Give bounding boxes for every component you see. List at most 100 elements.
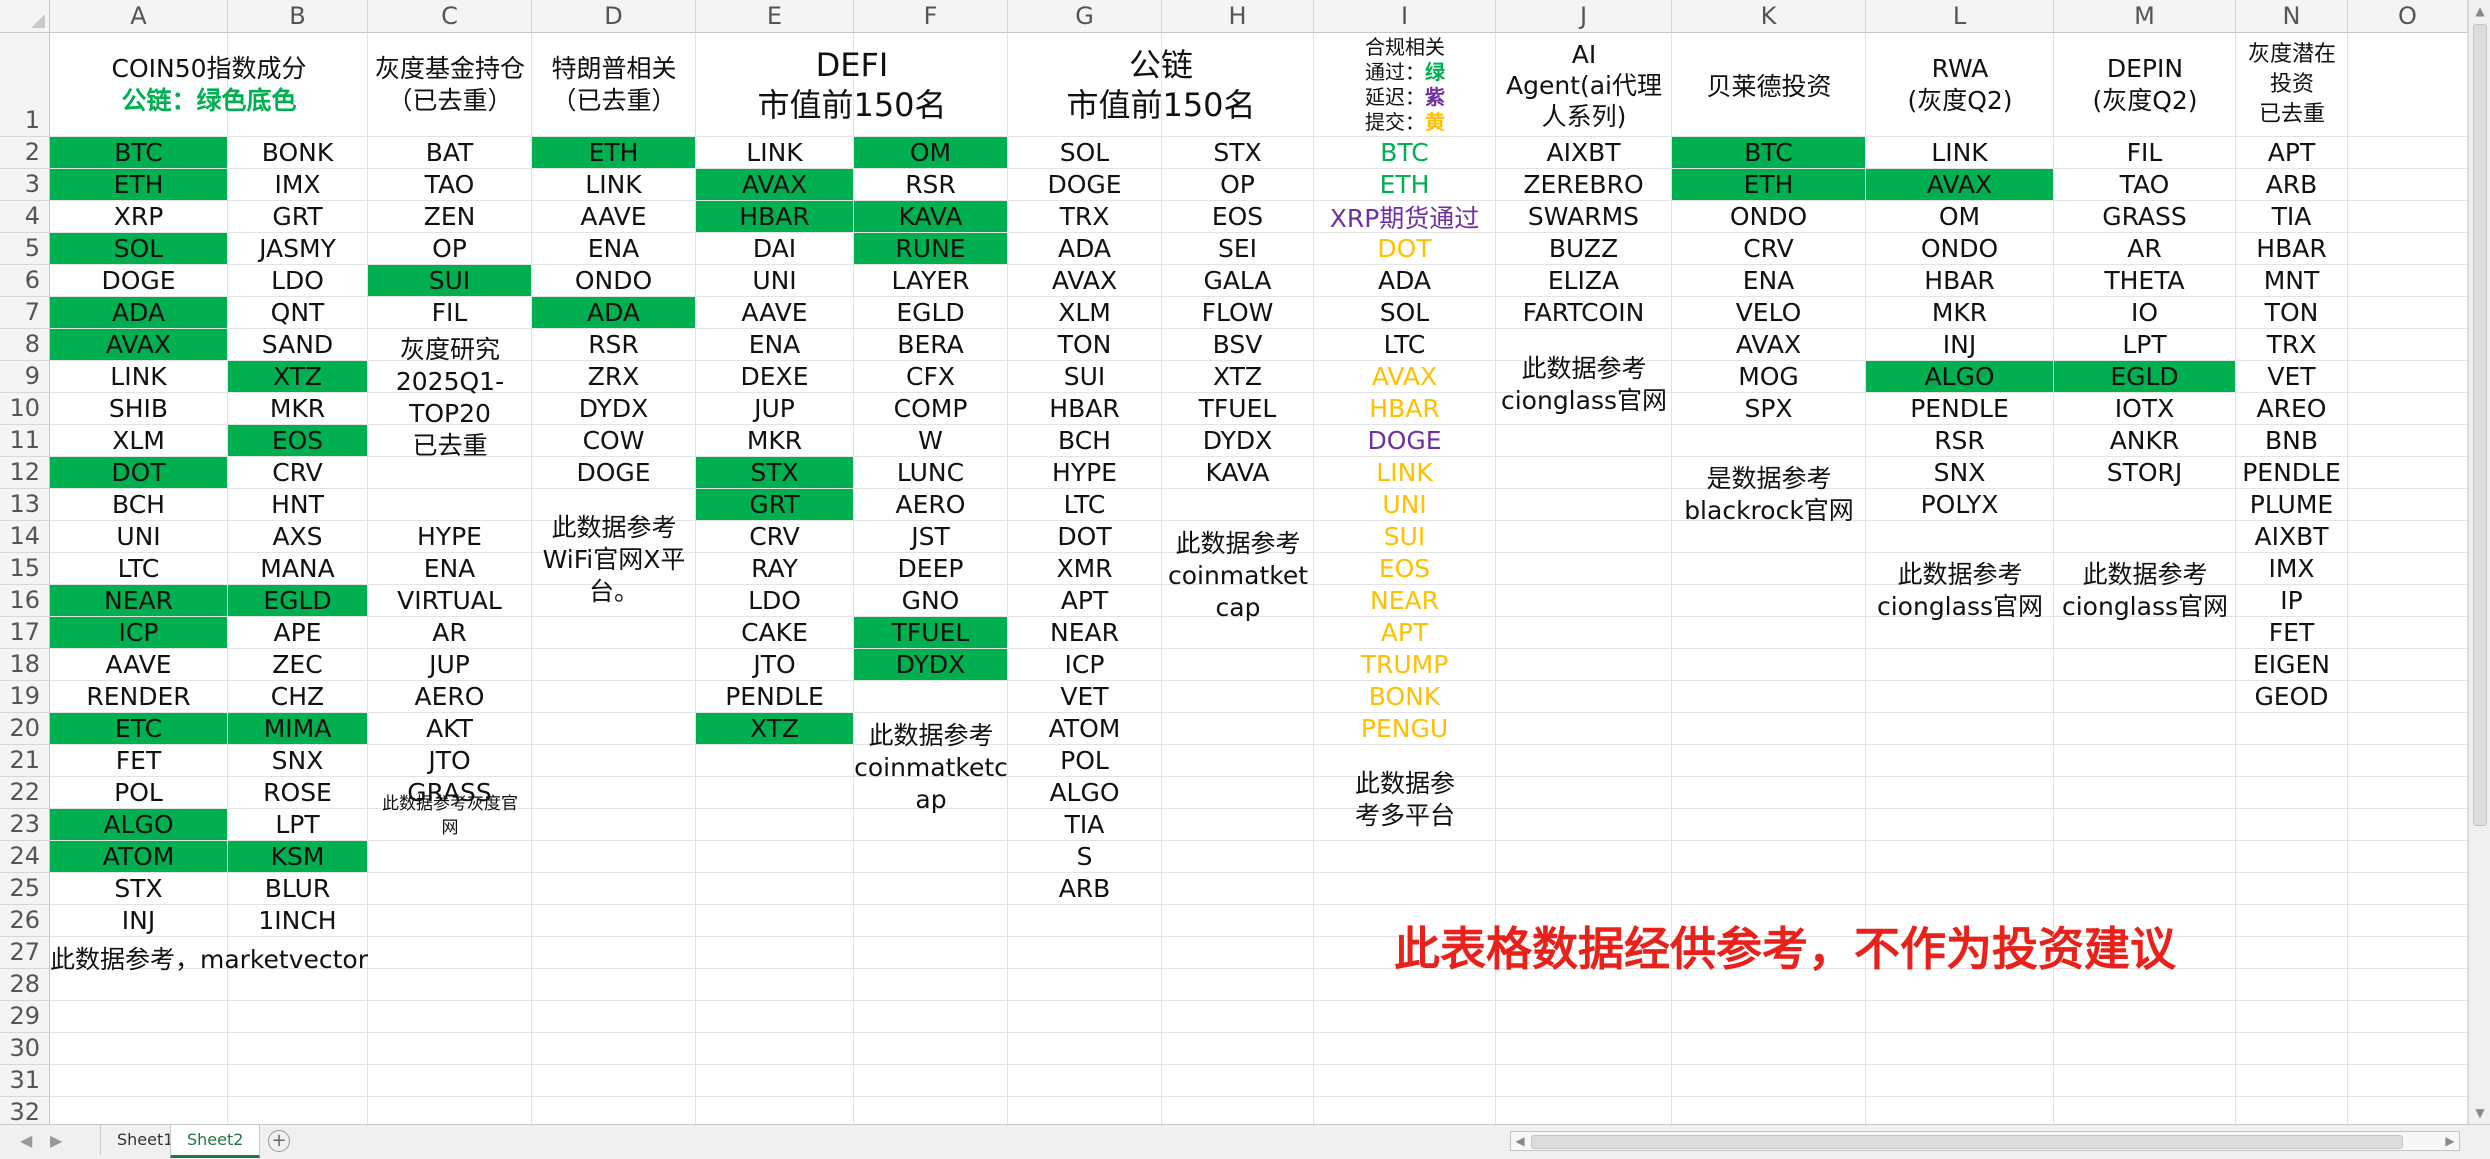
coin-cell[interactable]: BLUR	[228, 873, 368, 905]
scroll-up-arrow-icon[interactable]: ▲	[2469, 0, 2490, 22]
cell[interactable]	[2236, 1097, 2348, 1124]
cell[interactable]	[1496, 649, 1672, 681]
coin-cell[interactable]: RENDER	[50, 681, 228, 713]
cell[interactable]	[1162, 777, 1314, 809]
coin-cell[interactable]: SUI	[1008, 361, 1162, 393]
coin-cell[interactable]: OP	[368, 233, 532, 265]
coin-cell[interactable]: IMX	[228, 169, 368, 201]
cell[interactable]	[854, 1001, 1008, 1033]
coin-cell[interactable]: XLM	[1008, 297, 1162, 329]
next-sheet-icon[interactable]: ▶	[50, 1131, 62, 1150]
cell[interactable]	[2348, 1033, 2468, 1065]
coin-cell[interactable]: AVAX	[1672, 329, 1866, 361]
cell[interactable]	[1672, 681, 1866, 713]
coin-cell[interactable]: IO	[2054, 297, 2236, 329]
coin-cell[interactable]: DOT	[1314, 233, 1496, 265]
coin-cell[interactable]: TIA	[1008, 809, 1162, 841]
coin-cell[interactable]: ZEREBRO	[1496, 169, 1672, 201]
cell[interactable]	[1008, 905, 1162, 937]
coin-cell[interactable]: PENDLE	[696, 681, 854, 713]
coin-cell[interactable]: HBAR	[1866, 265, 2054, 297]
horizontal-scrollbar[interactable]: ◀ ▶	[1510, 1131, 2460, 1151]
coin-cell[interactable]: ICP	[1008, 649, 1162, 681]
row-header-14[interactable]: 14	[0, 521, 50, 553]
row-header-19[interactable]: 19	[0, 681, 50, 713]
cell[interactable]	[854, 873, 1008, 905]
coin-cell[interactable]: QNT	[228, 297, 368, 329]
cell[interactable]	[532, 1033, 696, 1065]
cell[interactable]	[1866, 873, 2054, 905]
cell[interactable]	[696, 1001, 854, 1033]
coin-cell[interactable]: SHIB	[50, 393, 228, 425]
column-header-j[interactable]: J	[1496, 0, 1672, 33]
cell[interactable]	[2054, 649, 2236, 681]
coin-cell[interactable]: ADA	[50, 297, 228, 329]
coin-cell[interactable]: PENDLE	[1866, 393, 2054, 425]
cell[interactable]	[1496, 489, 1672, 521]
coin-cell[interactable]: AVAX	[696, 169, 854, 201]
coin-cell[interactable]: CAKE	[696, 617, 854, 649]
coin-cell[interactable]: VET	[2236, 361, 2348, 393]
coin-cell[interactable]: DOGE	[50, 265, 228, 297]
cell[interactable]	[2348, 1097, 2468, 1124]
cell[interactable]	[696, 745, 854, 777]
coin-cell[interactable]: ETH	[1314, 169, 1496, 201]
cell[interactable]	[2236, 1065, 2348, 1097]
cell[interactable]	[532, 777, 696, 809]
cell[interactable]	[696, 937, 854, 969]
cell[interactable]	[696, 777, 854, 809]
cell[interactable]	[1672, 841, 1866, 873]
cell[interactable]	[2054, 521, 2236, 553]
cell[interactable]	[368, 873, 532, 905]
coin-cell[interactable]: ZEC	[228, 649, 368, 681]
cell[interactable]	[2054, 841, 2236, 873]
cell[interactable]	[1496, 713, 1672, 745]
cell[interactable]	[1314, 1033, 1496, 1065]
cell[interactable]	[1496, 809, 1672, 841]
cell[interactable]	[1866, 841, 2054, 873]
coin-cell[interactable]: ADA	[1314, 265, 1496, 297]
cell[interactable]	[2054, 713, 2236, 745]
cell[interactable]	[2348, 905, 2468, 937]
cell[interactable]	[2348, 201, 2468, 233]
cell[interactable]	[1496, 1033, 1672, 1065]
row-header-13[interactable]: 13	[0, 489, 50, 521]
row-header-27[interactable]: 27	[0, 937, 50, 969]
coin-cell[interactable]: STX	[696, 457, 854, 489]
coin-cell[interactable]: BNB	[2236, 425, 2348, 457]
coin-cell[interactable]: STX	[1162, 137, 1314, 169]
coin-cell[interactable]: INJ	[1866, 329, 2054, 361]
row-header-12[interactable]: 12	[0, 457, 50, 489]
cell[interactable]	[2348, 649, 2468, 681]
scroll-right-arrow-icon[interactable]: ▶	[2441, 1132, 2459, 1150]
coin-cell[interactable]: ELIZA	[1496, 265, 1672, 297]
coin-cell[interactable]: AAVE	[696, 297, 854, 329]
cell[interactable]	[1672, 585, 1866, 617]
column-header-h[interactable]: H	[1162, 0, 1314, 33]
coin-cell[interactable]: XMR	[1008, 553, 1162, 585]
coin-cell[interactable]: MKR	[228, 393, 368, 425]
coin-cell[interactable]: MKR	[1866, 297, 2054, 329]
coin-cell[interactable]: FLOW	[1162, 297, 1314, 329]
cell[interactable]	[228, 1065, 368, 1097]
cell[interactable]	[1314, 841, 1496, 873]
column-header-e[interactable]: E	[696, 0, 854, 33]
cell[interactable]	[2348, 265, 2468, 297]
cell[interactable]	[1162, 905, 1314, 937]
cell[interactable]	[854, 905, 1008, 937]
cell[interactable]	[854, 841, 1008, 873]
coin-cell[interactable]: LPT	[2054, 329, 2236, 361]
coin-cell[interactable]: EOS	[1162, 201, 1314, 233]
coin-cell[interactable]: ATOM	[1008, 713, 1162, 745]
coin-cell[interactable]: DOGE	[1314, 425, 1496, 457]
coin-cell[interactable]: UNI	[1314, 489, 1496, 521]
column-header-o[interactable]: O	[2348, 0, 2468, 33]
coin-cell[interactable]: MKR	[696, 425, 854, 457]
coin-cell[interactable]: SEI	[1162, 233, 1314, 265]
coin-cell[interactable]: LINK	[696, 137, 854, 169]
coin-cell[interactable]: GRT	[228, 201, 368, 233]
coin-cell[interactable]: EOS	[1314, 553, 1496, 585]
coin-cell[interactable]: BCH	[50, 489, 228, 521]
coin-cell[interactable]: AVAX	[1314, 361, 1496, 393]
coin-cell[interactable]: ARB	[2236, 169, 2348, 201]
